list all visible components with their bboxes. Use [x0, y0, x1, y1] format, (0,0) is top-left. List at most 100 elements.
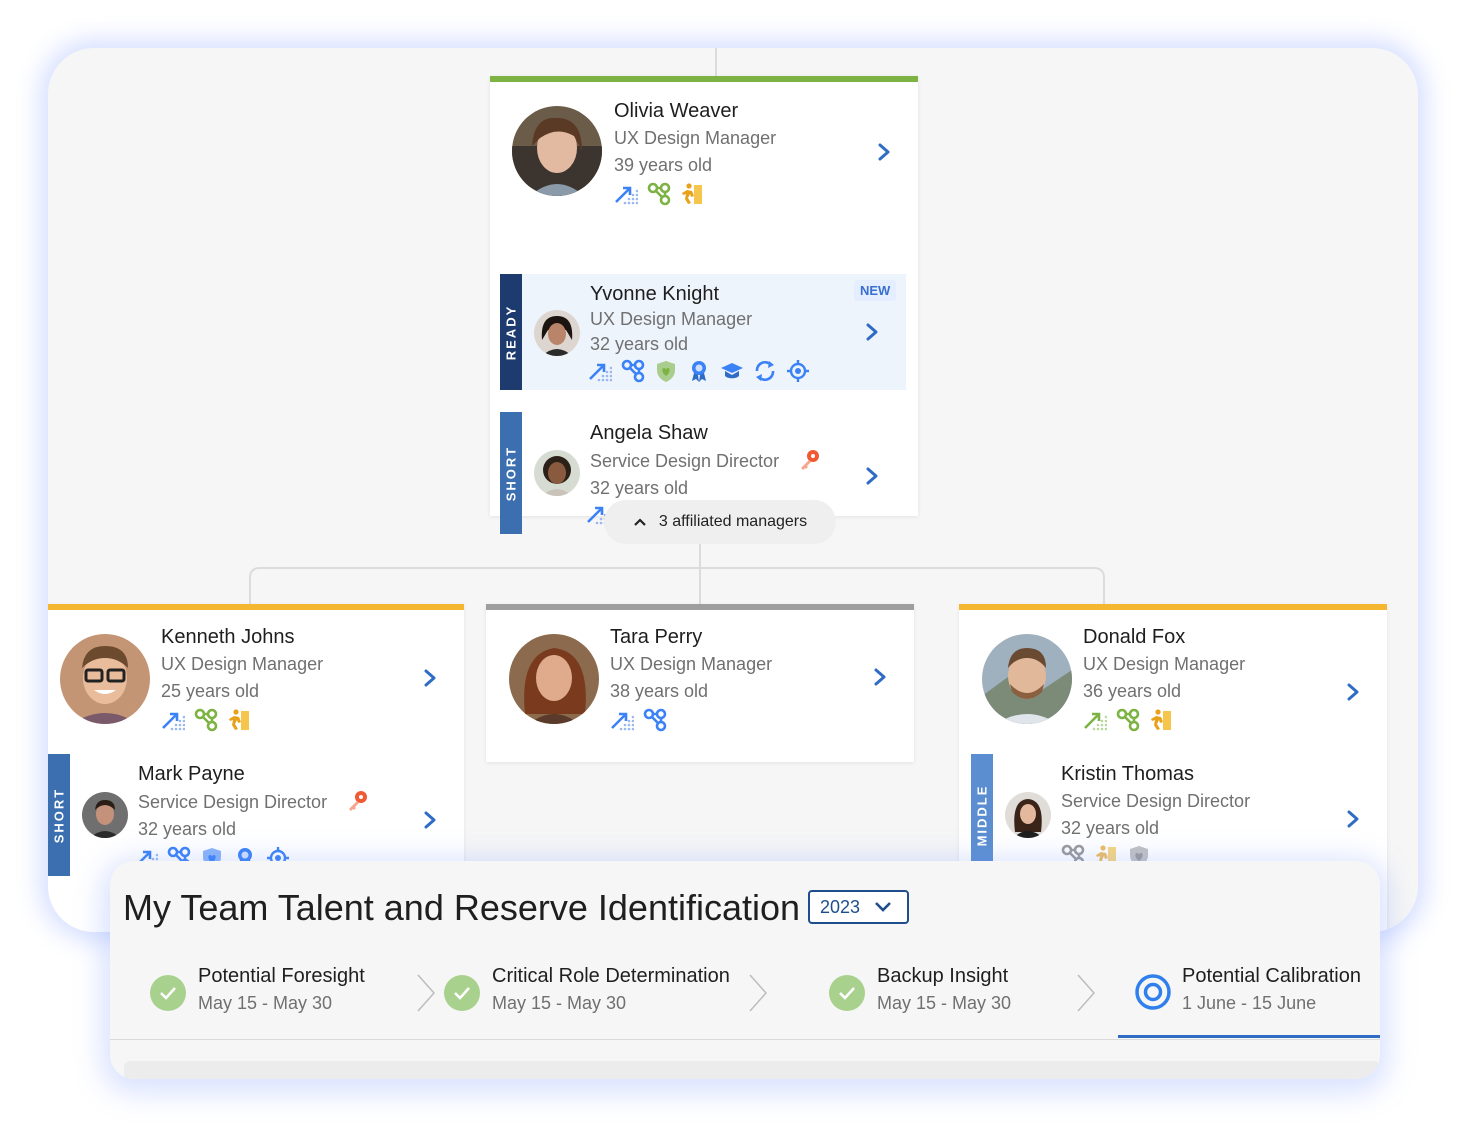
key-position-icon	[346, 790, 368, 812]
page-title: My Team Talent and Reserve Identificatio…	[123, 887, 801, 928]
stage-dates: May 15 - May 30	[877, 993, 1012, 1013]
mobility-icon	[227, 708, 251, 732]
active-stage-indicator	[1118, 1035, 1380, 1038]
readiness-tag: MIDDLE	[971, 754, 993, 876]
avatar	[60, 634, 150, 724]
content-area-edge	[124, 1061, 1380, 1079]
chevron-right-icon[interactable]	[1345, 807, 1361, 831]
manager-card-top: Olivia Weaver UX Design Manager 39 years…	[490, 76, 918, 534]
growth-icon	[610, 708, 634, 732]
avatar	[982, 634, 1072, 724]
manager-donald-fox[interactable]: Donald Fox UX Design Manager 36 years ol…	[959, 610, 1387, 746]
person-role: UX Design Manager	[590, 309, 753, 329]
graduation-cap-icon	[720, 359, 744, 383]
person-name: Olivia Weaver	[614, 100, 739, 122]
person-name: Angela Shaw	[590, 422, 708, 444]
shield-heart-icon	[654, 359, 678, 383]
talent-icons	[610, 708, 667, 732]
person-age: 32 years old	[1061, 818, 1160, 838]
person-age: 32 years old	[590, 334, 689, 354]
connections-icon	[643, 708, 667, 732]
readiness-tag: READY	[500, 274, 522, 390]
successor-yvonne-knight[interactable]: READY Yvonne Knight UX Design Manager 32…	[500, 274, 906, 390]
award-icon	[687, 359, 711, 383]
person-role: Service Design Director	[590, 451, 780, 471]
avatar	[1005, 792, 1051, 838]
chevron-right-icon[interactable]	[872, 665, 888, 689]
affiliated-managers-label: 3 affiliated managers	[658, 513, 808, 530]
person-age: 36 years old	[1083, 681, 1182, 701]
divider	[110, 1039, 1380, 1040]
app-stage: Olivia Weaver UX Design Manager 39 years…	[0, 0, 1478, 1140]
person-age: 25 years old	[161, 681, 260, 701]
readiness-tag: SHORT	[48, 754, 70, 876]
avatar	[512, 106, 602, 196]
refresh-icon	[753, 359, 777, 383]
stage-title: Potential Foresight	[198, 965, 365, 987]
person-name: Kenneth Johns	[161, 626, 295, 648]
chevron-right-icon[interactable]	[864, 464, 880, 488]
year-select[interactable]: 2023	[808, 890, 909, 924]
avatar	[82, 792, 128, 838]
manager-card-tara-perry: Tara Perry UX Design Manager 38 years ol…	[486, 604, 914, 762]
stage-critical-role-determination[interactable]: Critical Role Determination May 15 - May…	[444, 961, 744, 1021]
successor-kristin-thomas[interactable]: MIDDLE Kristin Thomas Service Design Dir…	[971, 754, 1387, 876]
chevron-right-icon[interactable]	[864, 320, 880, 344]
avatar	[509, 634, 599, 724]
manager-tara-perry[interactable]: Tara Perry UX Design Manager 38 years ol…	[486, 610, 914, 756]
check-icon	[150, 975, 186, 1011]
target-icon	[786, 359, 810, 383]
talent-icons	[588, 359, 810, 383]
mobility-icon	[1149, 708, 1173, 732]
talent-icons	[614, 182, 704, 206]
chevron-separator-icon	[749, 974, 768, 1012]
chevron-right-icon[interactable]	[876, 140, 892, 164]
growth-icon	[614, 182, 638, 206]
chevron-separator-icon	[417, 974, 436, 1012]
chevron-right-icon[interactable]	[422, 808, 438, 832]
manager-kenneth-johns[interactable]: Kenneth Johns UX Design Manager 25 years…	[48, 610, 464, 746]
affiliated-managers-toggle[interactable]: 3 affiliated managers	[604, 500, 836, 544]
growth-icon	[1083, 708, 1107, 732]
person-name: Kristin Thomas	[1061, 763, 1195, 785]
stage-title: Backup Insight	[877, 965, 1009, 987]
stage-potential-foresight[interactable]: Potential Foresight May 15 - May 30	[150, 961, 390, 1021]
person-age: 39 years old	[614, 155, 713, 175]
chevron-right-icon[interactable]	[422, 666, 438, 690]
person-age: 38 years old	[610, 681, 709, 701]
org-chart-panel: Olivia Weaver UX Design Manager 39 years…	[48, 48, 1418, 932]
person-role: UX Design Manager	[614, 128, 777, 148]
process-panel: My Team Talent and Reserve Identificatio…	[110, 861, 1380, 1079]
growth-icon	[161, 708, 185, 732]
active-target-icon	[1135, 974, 1171, 1010]
stage-title: Potential Calibration	[1182, 965, 1361, 987]
year-select-value: 2023	[820, 896, 861, 917]
successor-mark-payne[interactable]: SHORT Mark Payne Service Design Director…	[48, 754, 464, 876]
chevron-down-icon	[875, 902, 891, 912]
connections-icon	[1116, 708, 1140, 732]
connections-icon	[621, 359, 645, 383]
stage-dates: May 15 - May 30	[492, 993, 627, 1013]
growth-icon	[588, 359, 612, 383]
person-role: UX Design Manager	[1083, 654, 1246, 674]
person-role: Service Design Director	[1061, 791, 1251, 811]
manager-olivia-weaver[interactable]: Olivia Weaver UX Design Manager 39 years…	[490, 82, 918, 222]
check-icon	[829, 975, 865, 1011]
talent-icons	[161, 708, 251, 732]
stage-potential-calibration[interactable]: Potential Calibration 1 June - 15 June	[1134, 961, 1378, 1021]
person-name: Mark Payne	[138, 763, 245, 785]
readiness-tag: SHORT	[500, 412, 522, 534]
check-icon	[444, 975, 480, 1011]
key-position-icon	[798, 449, 820, 471]
stage-title: Critical Role Determination	[492, 965, 730, 987]
stage-dates: 1 June - 15 June	[1182, 993, 1317, 1013]
stage-backup-insight[interactable]: Backup Insight May 15 - May 30	[829, 961, 1069, 1021]
person-name: Yvonne Knight	[590, 283, 719, 305]
mobility-icon	[680, 182, 704, 206]
new-badge: NEW	[854, 280, 897, 301]
person-role: UX Design Manager	[161, 654, 324, 674]
avatar	[534, 450, 580, 496]
person-name: Donald Fox	[1083, 626, 1186, 648]
person-age: 32 years old	[138, 819, 237, 839]
chevron-right-icon[interactable]	[1345, 680, 1361, 704]
